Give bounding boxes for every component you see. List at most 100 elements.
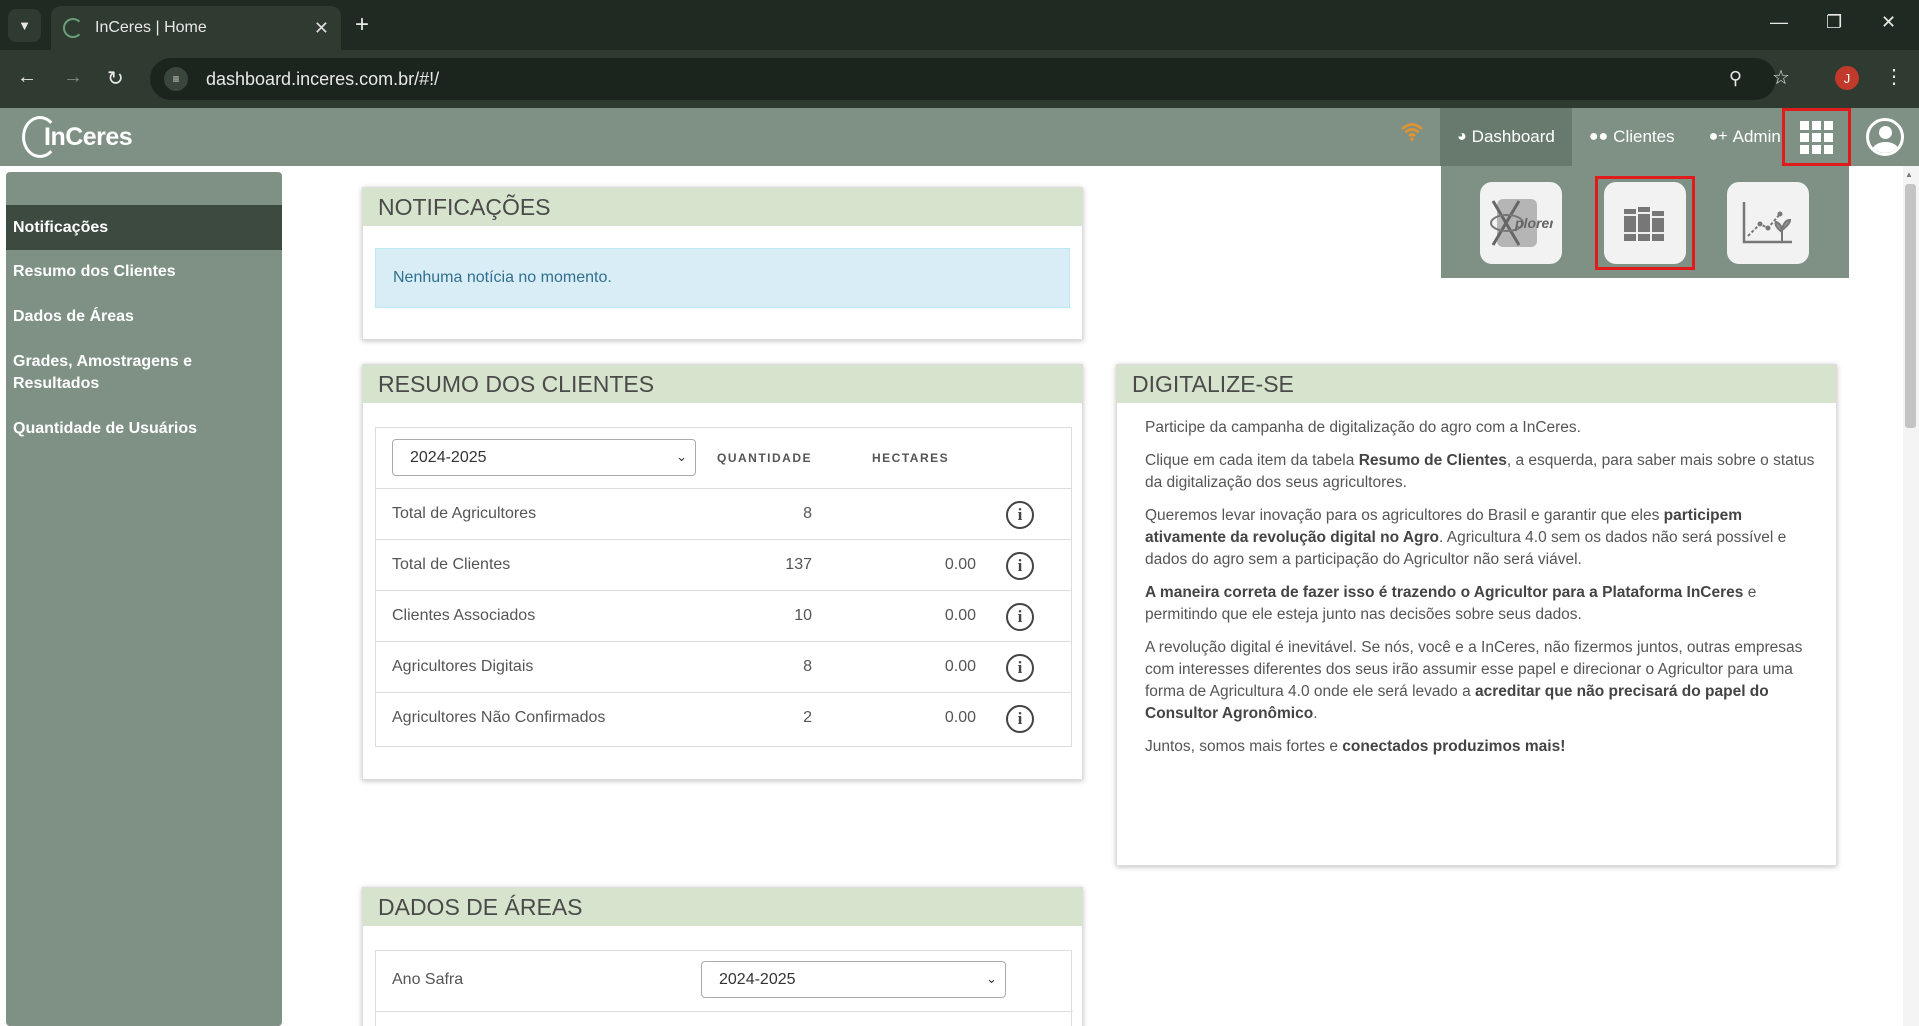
digitalize-body: Participe da campanha de digitalização d… (1145, 417, 1819, 769)
ano-safra-label: Ano Safra (392, 971, 464, 988)
minimize-icon[interactable]: — (1770, 12, 1788, 33)
inceres-favicon-icon (63, 18, 83, 38)
row-hectares: 0.00 (944, 607, 976, 624)
wifi-icon (1400, 122, 1424, 148)
profile-avatar[interactable]: J (1835, 66, 1859, 90)
site-info-icon[interactable]: ≡ (164, 67, 188, 91)
info-icon[interactable]: i (1006, 501, 1034, 529)
nav-dashboard[interactable]: ◕ Dashboard (1440, 108, 1572, 166)
sidebar-item-resumo-clientes[interactable]: Resumo dos Clientes (6, 261, 282, 283)
forward-icon[interactable]: → (63, 66, 83, 89)
row-quantidade: 2 (803, 709, 812, 726)
dados-areas-table: Ano Safra 2024-2025 ⌄ (375, 950, 1073, 1026)
row-label: Agricultores Não Confirmados (392, 709, 606, 726)
back-icon[interactable]: ← (17, 66, 37, 89)
page-scrollbar-thumb[interactable] (1905, 184, 1916, 428)
address-bar[interactable]: ≡ dashboard.inceres.com.br/#!/ ⚲ (150, 58, 1776, 100)
notificacoes-title: NOTIFICAÇÕES (363, 188, 1082, 226)
digitalize-paragraph: Participe da campanha de digitalização d… (1145, 419, 1581, 436)
row-hectares: 0.00 (944, 709, 976, 726)
restore-icon[interactable]: ❐ (1826, 12, 1842, 33)
row-label: Clientes Associados (392, 607, 536, 624)
row-label: Total de Agricultores (392, 505, 537, 522)
top-nav: ◕ Dashboard ●● Clientes ●+ Admin (1440, 108, 1798, 166)
table-row[interactable]: Clientes Associados 10 0.00 i (376, 590, 1072, 641)
chevron-down-icon: ⌄ (986, 971, 997, 986)
resumo-clientes-title: RESUMO DOS CLIENTES (363, 365, 1082, 403)
season-select[interactable]: 2024-2025 ⌄ (392, 439, 696, 476)
browser-tab[interactable]: InCeres | Home ✕ (51, 6, 341, 50)
browser-toolbar: ← → ↻ ≡ dashboard.inceres.com.br/#!/ ⚲ ☆… (0, 50, 1919, 108)
sidebar-item-notificacoes[interactable]: Notificações (6, 205, 282, 250)
row-quantidade: 8 (803, 658, 812, 675)
digitalize-paragraph: Queremos levar inovação para os agricult… (1145, 507, 1787, 568)
col-quantidade: QUANTIDADE (717, 451, 812, 465)
digitalize-paragraph: Clique em cada item da tabela Resumo de … (1145, 452, 1815, 491)
apps-grid-button[interactable] (1782, 108, 1851, 166)
col-hectares: HECTARES (872, 451, 950, 465)
ano-safra-select-value: 2024-2025 (719, 970, 796, 988)
info-icon[interactable]: i (1006, 705, 1034, 733)
digitalize-paragraph: Juntos, somos mais fortes e conectados p… (1145, 738, 1566, 755)
table-row[interactable]: Agricultores Digitais 8 0.00 i (376, 641, 1072, 692)
xplorer-app-icon[interactable]: plorer (1480, 182, 1562, 264)
reload-icon[interactable]: ↻ (107, 66, 124, 91)
row-label: Total de Clientes (392, 556, 511, 573)
zoom-icon[interactable]: ⚲ (1729, 68, 1742, 89)
browser-menu-icon[interactable]: ⋮ (1884, 64, 1904, 89)
sidebar-item-dados-areas[interactable]: Dados de Áreas (6, 306, 282, 328)
logo-text: InCeres (44, 122, 133, 151)
bookmark-star-icon[interactable]: ☆ (1772, 65, 1790, 90)
dados-areas-title: DADOS DE ÁREAS (363, 888, 1082, 926)
tab-search-icon[interactable]: ▼ (8, 9, 41, 42)
inceres-logo[interactable]: InCeres (22, 116, 133, 158)
divider (376, 1011, 1073, 1012)
row-label: Agricultores Digitais (392, 658, 534, 675)
row-hectares: 0.00 (944, 556, 976, 573)
season-select-value: 2024-2025 (410, 448, 487, 466)
apps-grid-icon (1800, 120, 1833, 154)
apps-dropdown: plorer (1441, 166, 1849, 278)
info-icon[interactable]: i (1006, 552, 1034, 580)
digitalize-paragraph: A revolução digital é inevitável. Se nós… (1145, 639, 1803, 722)
dados-areas-panel: DADOS DE ÁREAS Ano Safra 2024-2025 ⌄ (362, 887, 1083, 1026)
chevron-down-icon: ⌄ (676, 449, 687, 464)
resumo-clientes-panel: RESUMO DOS CLIENTES 2024-2025 ⌄ QUANTIDA… (362, 364, 1083, 780)
info-icon[interactable]: i (1006, 654, 1034, 682)
notificacoes-alert: Nenhuma notícia no momento. (375, 248, 1070, 308)
digitalize-paragraph: A maneira correta de fazer isso é trazen… (1145, 584, 1757, 623)
resumo-table: 2024-2025 ⌄ QUANTIDADE HECTARES Total de… (375, 427, 1072, 747)
sidebar-item-grades[interactable]: Grades, Amostragens e Resultados (6, 351, 206, 395)
tab-title: InCeres | Home (95, 19, 207, 36)
dashboard-icon: ◕ (1457, 128, 1467, 145)
close-tab-icon[interactable]: ✕ (314, 18, 329, 39)
highlight-box (1595, 176, 1695, 270)
user-plus-icon: ●+ (1708, 128, 1728, 145)
nav-admin-label: Admin (1732, 127, 1781, 146)
new-tab-icon[interactable]: + (355, 11, 369, 39)
users-icon: ●● (1588, 128, 1609, 145)
xplorer-label: plorer (1514, 215, 1553, 231)
row-hectares: 0.00 (944, 658, 976, 675)
table-row[interactable]: Agricultores Não Confirmados 2 0.00 i (376, 692, 1072, 743)
chart-plant-app-icon[interactable] (1727, 182, 1809, 264)
sidebar-item-quantidade-usuarios[interactable]: Quantidade de Usuários (6, 418, 282, 440)
nav-dashboard-label: Dashboard (1471, 127, 1555, 146)
scroll-up-icon[interactable]: ▲ (1905, 170, 1913, 179)
table-row[interactable]: Total de Agricultores 8 i (376, 488, 1072, 539)
browser-tab-bar: ▼ InCeres | Home ✕ + — ❐ ✕ (0, 0, 1919, 50)
nav-clientes[interactable]: ●● Clientes (1572, 108, 1692, 166)
info-icon[interactable]: i (1006, 603, 1034, 631)
close-window-icon[interactable]: ✕ (1881, 12, 1896, 33)
sidebar: Notificações Resumo dos Clientes Dados d… (6, 172, 282, 1026)
app-header: InCeres ◕ Dashboard ●● Clientes ●+ Admin (0, 108, 1919, 166)
ano-safra-select[interactable]: 2024-2025 ⌄ (701, 961, 1006, 998)
table-row[interactable]: Total de Clientes 137 0.00 i (376, 539, 1072, 590)
url-text: dashboard.inceres.com.br/#!/ (206, 68, 440, 89)
row-quantidade: 137 (785, 556, 812, 573)
user-account-icon[interactable] (1866, 118, 1904, 156)
notificacoes-panel: NOTIFICAÇÕES Nenhuma notícia no momento. (362, 187, 1083, 340)
row-quantidade: 8 (803, 505, 812, 522)
row-quantidade: 10 (794, 607, 812, 624)
nav-clientes-label: Clientes (1613, 127, 1675, 146)
